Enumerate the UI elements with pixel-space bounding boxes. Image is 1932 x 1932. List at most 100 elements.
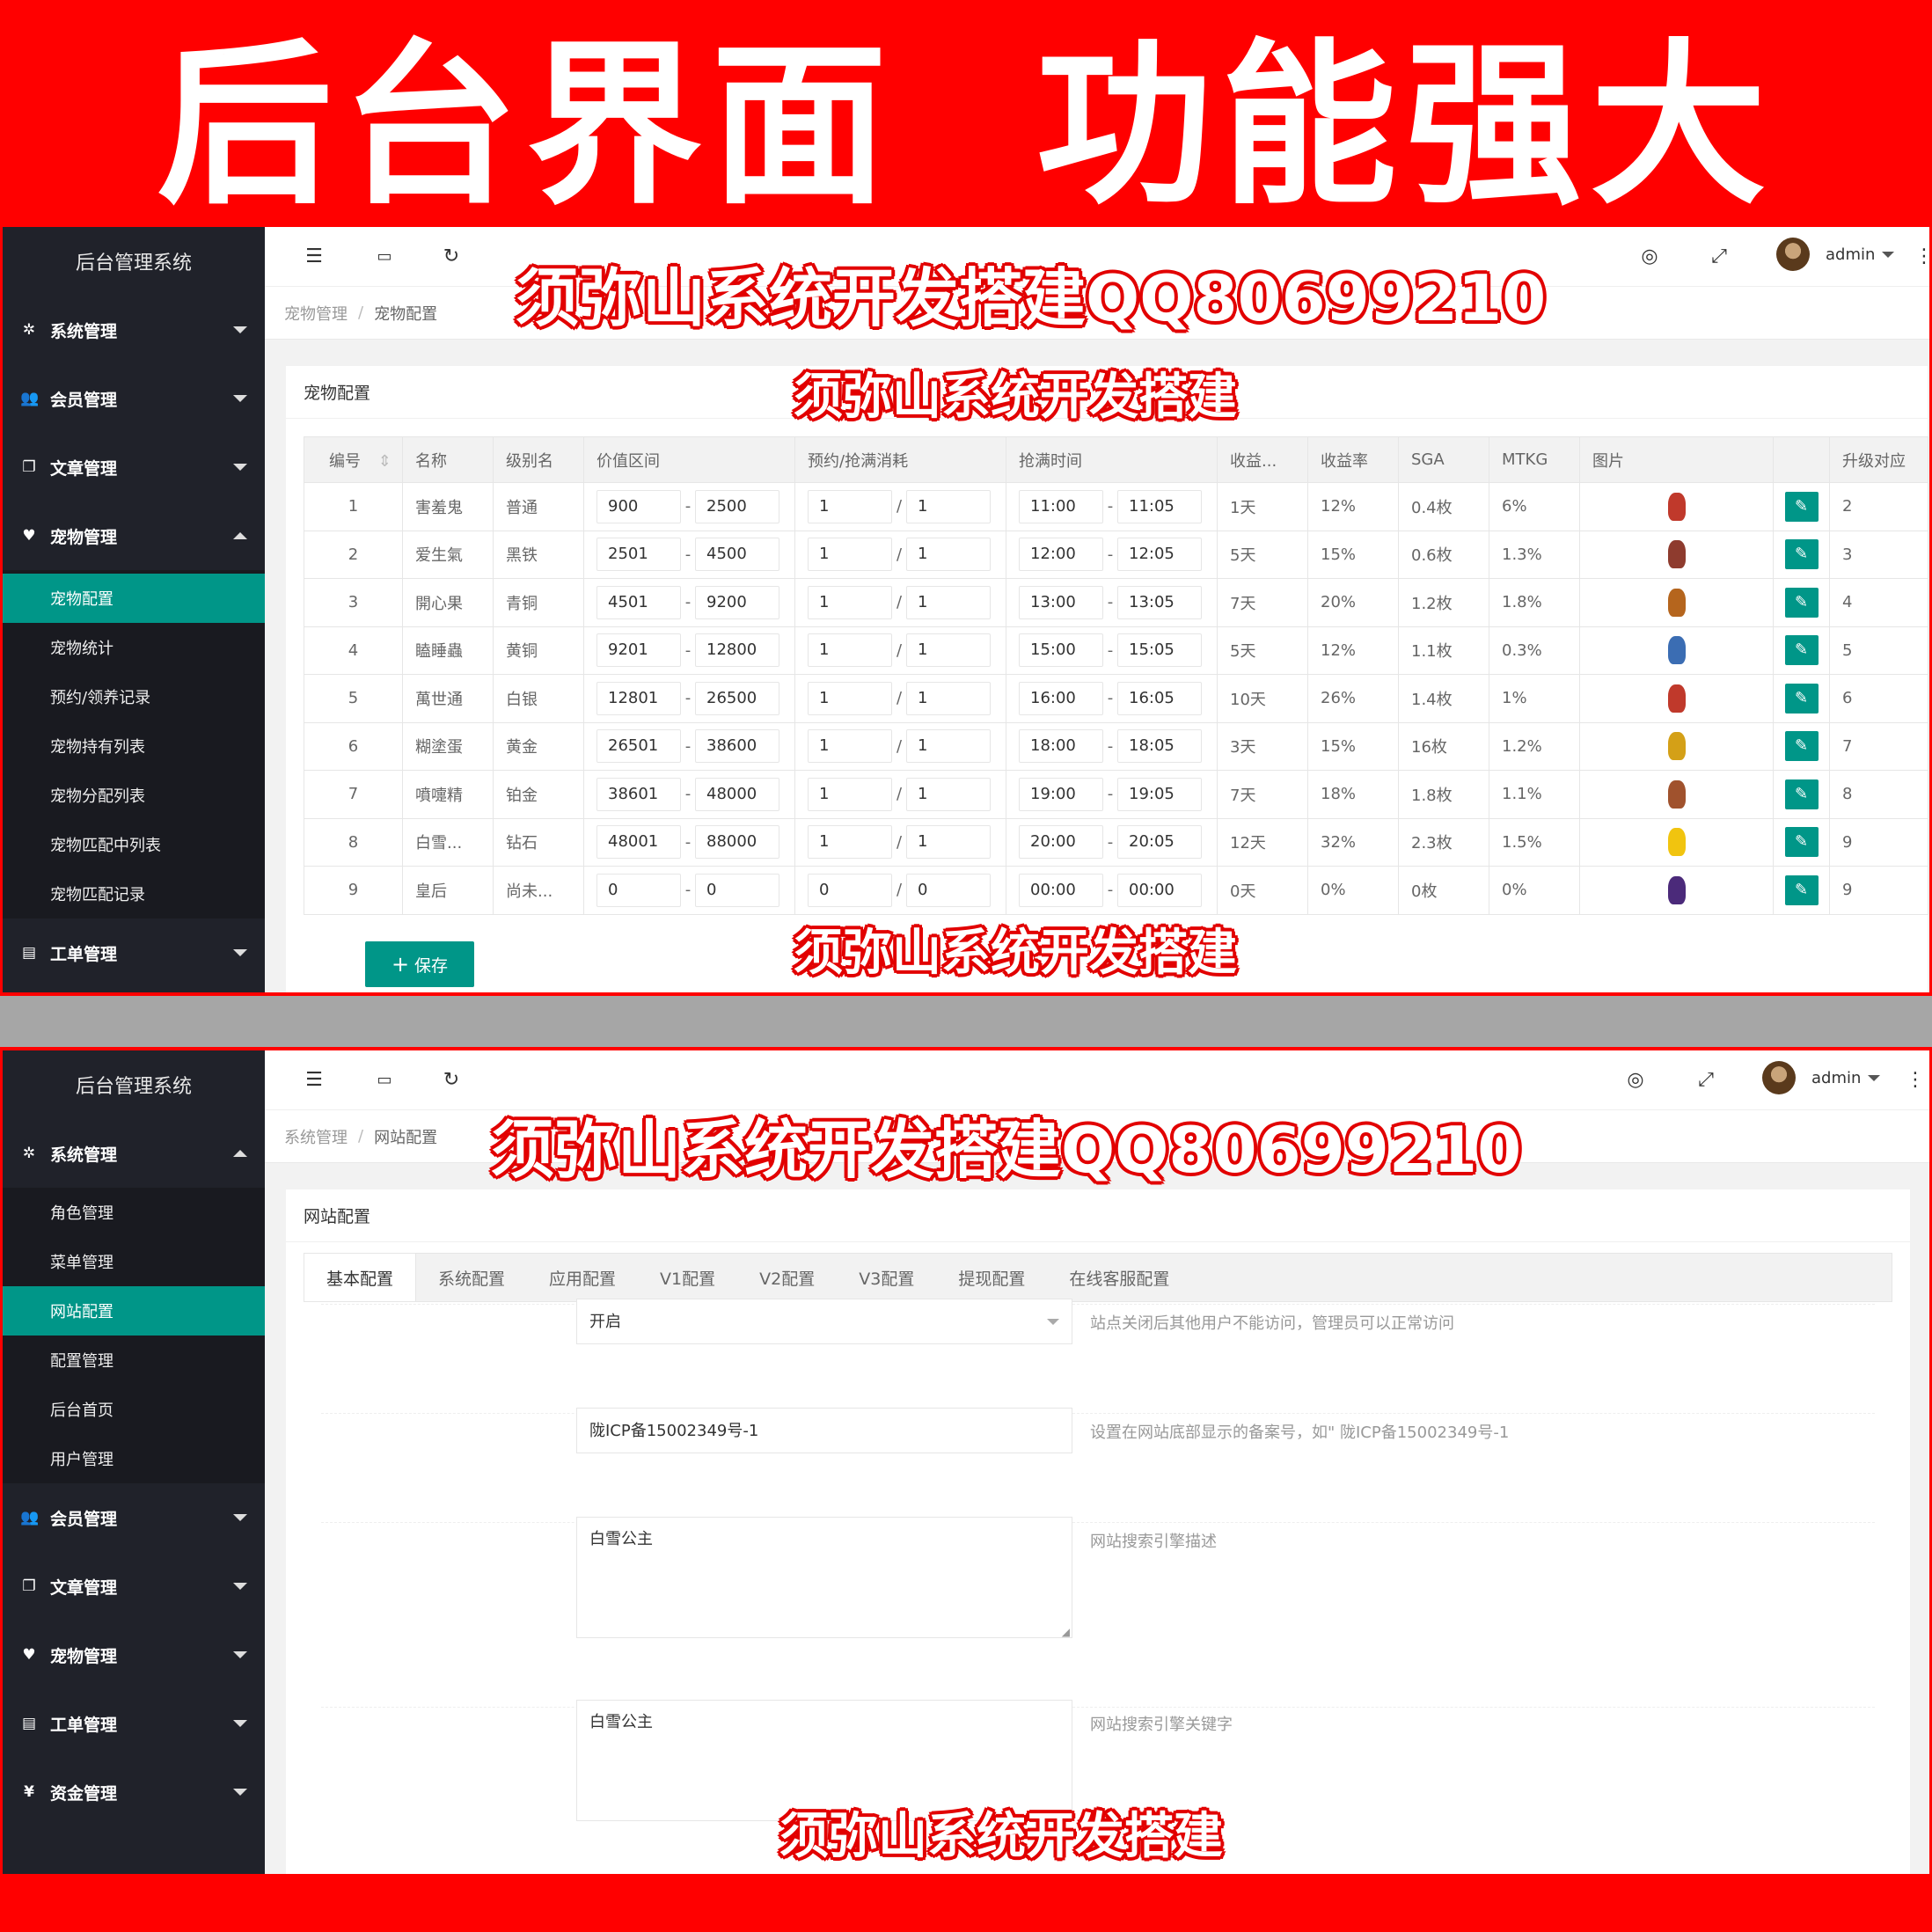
grab-time-end-input[interactable]: 20:05 [1117,825,1202,860]
cost-end-input[interactable]: 1 [906,729,991,764]
breadcrumb-item[interactable]: 宠物管理 [284,302,348,325]
submenu-item[interactable]: 网站配置 [3,1286,265,1336]
submenu-item[interactable]: 宠物统计 [3,623,265,672]
more-icon[interactable]: ⋮ [1903,1068,1928,1093]
sidebar-item[interactable]: 👥 会员管理 [3,1483,265,1552]
field-textarea[interactable]: 白雪公主 ◢ [576,1517,1072,1638]
value-range-end-input[interactable]: 88000 [695,825,779,860]
cost-start-input[interactable]: 1 [808,585,892,619]
cost-end-input[interactable]: 1 [906,825,991,860]
grab-time-end-input[interactable]: 18:05 [1117,729,1202,764]
tab[interactable]: 系统配置 [416,1254,527,1301]
cost-end-input[interactable]: 0 [906,873,991,907]
cost-start-input[interactable]: 1 [808,825,892,860]
grab-time-start-input[interactable]: 18:00 [1019,729,1103,764]
tab[interactable]: 应用配置 [527,1254,638,1301]
value-range-start-input[interactable]: 0 [596,873,681,907]
grab-time-start-input[interactable]: 16:00 [1019,681,1103,715]
cost-start-input[interactable]: 1 [808,489,892,523]
grab-time-start-input[interactable]: 15:00 [1019,633,1103,668]
sidebar-item[interactable]: ✲ 系统管理 [3,296,265,364]
submenu-item[interactable]: 菜单管理 [3,1237,265,1286]
cost-start-input[interactable]: 1 [808,633,892,668]
grab-time-end-input[interactable]: 13:05 [1117,585,1202,619]
sidebar-item[interactable]: 👥 会员管理 [3,364,265,433]
value-range-start-input[interactable]: 9201 [596,633,681,668]
submenu-item[interactable]: 预约/领养记录 [3,672,265,721]
value-range-end-input[interactable]: 9200 [695,585,779,619]
value-range-end-input[interactable]: 26500 [695,681,779,715]
refresh-icon[interactable]: ↻ [439,1068,464,1093]
theme-icon[interactable]: ◎ [1637,245,1662,269]
grab-time-end-input[interactable]: 19:05 [1117,777,1202,811]
edit-icon[interactable]: ✎ [1784,827,1819,858]
submenu-item[interactable]: 后台首页 [3,1385,265,1434]
tab[interactable]: 在线客服配置 [1047,1254,1191,1301]
grab-time-end-input[interactable]: 16:05 [1117,681,1202,715]
submenu-item[interactable]: 宠物配置 [3,574,265,623]
tab[interactable]: V2配置 [737,1254,837,1301]
cost-end-input[interactable]: 1 [906,777,991,811]
submenu-item[interactable]: 宠物持有列表 [3,721,265,771]
value-range-start-input[interactable]: 2501 [596,538,681,572]
site-status-select[interactable]: 开启 [576,1299,1072,1344]
menu-toggle-icon[interactable]: ☰ [302,1068,326,1093]
grab-time-start-input[interactable]: 19:00 [1019,777,1103,811]
edit-icon[interactable]: ✎ [1784,683,1819,714]
value-range-start-input[interactable]: 900 [596,489,681,523]
tab[interactable]: V3配置 [837,1254,936,1301]
sidebar-item[interactable]: ✲ 系统管理 [3,1119,265,1188]
cost-end-input[interactable]: 1 [906,633,991,668]
value-range-end-input[interactable]: 0 [695,873,779,907]
tab[interactable]: V1配置 [638,1254,737,1301]
refresh-icon[interactable]: ↻ [439,245,464,269]
sidebar-item[interactable]: ▤ 工单管理 [3,1689,265,1758]
edit-icon[interactable]: ✎ [1784,731,1819,762]
edit-icon[interactable]: ✎ [1784,587,1819,618]
submenu-item[interactable]: 宠物匹配中列表 [3,820,265,869]
submenu-item[interactable]: 配置管理 [3,1336,265,1385]
edit-icon[interactable]: ✎ [1784,539,1819,570]
sort-icon[interactable]: ⇕ [373,452,392,471]
column-header[interactable]: 编号 ⇕ [304,436,403,483]
edit-icon[interactable]: ✎ [1784,635,1819,666]
submenu-item[interactable]: 宠物分配列表 [3,771,265,820]
submenu-item[interactable]: 用户管理 [3,1434,265,1483]
grab-time-start-input[interactable]: 20:00 [1019,825,1103,860]
sidebar-item[interactable]: ♥ 宠物管理 [3,1621,265,1689]
admin-menu[interactable]: admin [1776,238,1895,271]
monitor-icon[interactable]: ▭ [372,245,397,269]
value-range-start-input[interactable]: 12801 [596,681,681,715]
theme-icon[interactable]: ◎ [1623,1068,1648,1093]
grab-time-start-input[interactable]: 00:00 [1019,873,1103,907]
value-range-start-input[interactable]: 38601 [596,777,681,811]
save-button[interactable]: + 保存 [365,941,474,987]
sidebar-item[interactable]: ♥ 宠物管理 [3,501,265,570]
cost-end-input[interactable]: 1 [906,585,991,619]
edit-icon[interactable]: ✎ [1784,779,1819,809]
grab-time-start-input[interactable]: 11:00 [1019,489,1103,523]
value-range-start-input[interactable]: 48001 [596,825,681,860]
cost-end-input[interactable]: 1 [906,681,991,715]
grab-time-start-input[interactable]: 12:00 [1019,538,1103,572]
field-input[interactable]: 陇ICP备15002349号-1 [576,1408,1072,1453]
sidebar-item[interactable]: ❐ 文章管理 [3,433,265,501]
cost-start-input[interactable]: 0 [808,873,892,907]
fullscreen-icon[interactable]: ⤢ [1694,1068,1718,1093]
grab-time-end-input[interactable]: 11:05 [1117,489,1202,523]
value-range-start-input[interactable]: 4501 [596,585,681,619]
monitor-icon[interactable]: ▭ [372,1068,397,1093]
menu-toggle-icon[interactable]: ☰ [302,245,326,269]
admin-menu[interactable]: admin [1762,1061,1881,1094]
cost-start-input[interactable]: 1 [808,681,892,715]
submenu-item[interactable]: 角色管理 [3,1188,265,1237]
cost-start-input[interactable]: 1 [808,729,892,764]
fullscreen-icon[interactable]: ⤢ [1707,245,1731,269]
value-range-end-input[interactable]: 4500 [695,538,779,572]
value-range-end-input[interactable]: 48000 [695,777,779,811]
value-range-end-input[interactable]: 2500 [695,489,779,523]
cost-end-input[interactable]: 1 [906,489,991,523]
breadcrumb-item[interactable]: 系统管理 [284,1125,348,1148]
value-range-end-input[interactable]: 12800 [695,633,779,668]
tab[interactable]: 提现配置 [936,1254,1047,1301]
